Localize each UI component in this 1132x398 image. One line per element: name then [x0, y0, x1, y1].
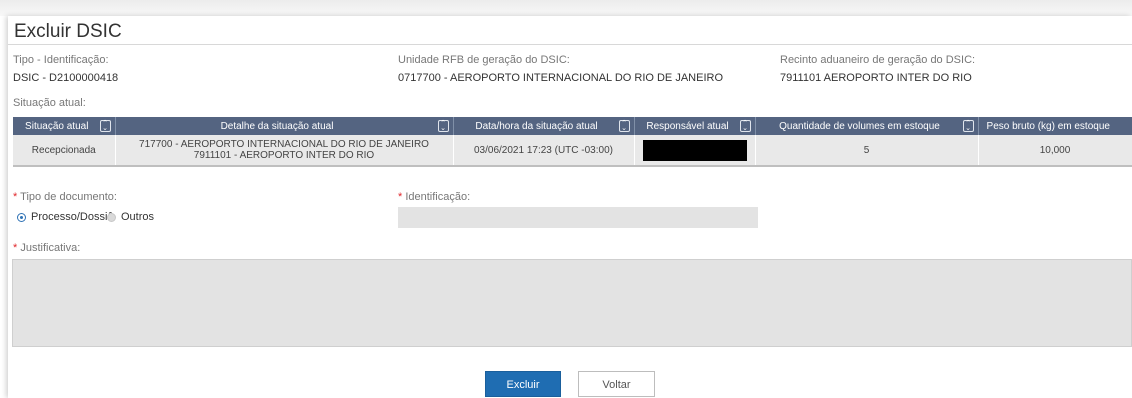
column-header-label: Detalhe da situação atual — [220, 120, 334, 132]
top-shade — [0, 0, 1132, 16]
sort-icon[interactable]: ⌃ ⌄ — [739, 120, 751, 132]
dialog-panel: Excluir DSIC Tipo - Identificação: DSIC … — [8, 16, 1132, 398]
situacao-atual-label: Situação atual: — [13, 97, 86, 109]
radio-processo-dossie-label[interactable]: Processo/Dossiê — [31, 211, 114, 223]
column-header-label: Data/hora da situação atual — [475, 120, 598, 132]
tipo-documento-text: Tipo de documento: — [20, 191, 117, 203]
required-mark: * — [13, 242, 18, 254]
unidade-rfb-label: Unidade RFB de geração do DSIC: — [398, 54, 570, 66]
column-header-label: Responsável atual — [646, 120, 729, 132]
cell-quantidade: 5 — [755, 135, 979, 167]
sort-icon[interactable]: ⌃ ⌄ — [962, 120, 974, 132]
voltar-button[interactable]: Voltar — [578, 371, 655, 397]
tipo-documento-label: * Tipo de documento: — [13, 191, 117, 203]
excluir-button[interactable]: Excluir — [485, 371, 561, 397]
identificacao-label: * Identificação: — [398, 191, 470, 203]
sort-icon[interactable]: ⌃ ⌄ — [99, 120, 111, 132]
recinto-value: 7911101 AEROPORTO INTER DO RIO — [780, 72, 972, 84]
required-mark: * — [13, 191, 18, 203]
column-header-peso[interactable]: Peso bruto (kg) em estoque — [978, 117, 1132, 135]
radio-outros[interactable] — [107, 213, 116, 222]
cell-data-hora: 03/06/2021 17:23 (UTC -03:00) — [453, 135, 635, 167]
tipo-identificacao-label: Tipo - Identificação: — [13, 54, 109, 66]
identificacao-text: Identificação: — [405, 191, 471, 203]
cell-detalhe-line2: 7911101 - AEROPORTO INTER DO RIO — [193, 150, 375, 161]
cell-peso: 10,000 — [978, 135, 1132, 167]
tipo-identificacao-value: DSIC - D2100000418 — [13, 72, 119, 84]
page-title: Excluir DSIC — [14, 21, 122, 42]
cell-detalhe-line1: 717700 - AEROPORTO INTERNACIONAL DO RIO … — [139, 139, 429, 150]
table-header-row: Situação atual ⌃ ⌄ Detalhe da situação atu… — [13, 117, 1132, 135]
identificacao-input[interactable] — [398, 207, 758, 228]
column-header-detalhe[interactable]: Detalhe da situação atual ⌃ ⌄ — [115, 117, 454, 135]
cell-responsavel — [634, 135, 756, 167]
recinto-label: Recinto aduaneiro de geração do DSIC: — [780, 54, 976, 66]
sort-icon[interactable]: ⌃ ⌄ — [618, 120, 630, 132]
title-divider — [8, 44, 1132, 45]
column-header-situacao[interactable]: Situação atual ⌃ ⌄ — [13, 117, 116, 135]
cell-detalhe: 717700 - AEROPORTO INTERNACIONAL DO RIO … — [115, 135, 454, 167]
radio-outros-label[interactable]: Outros — [121, 211, 154, 223]
column-header-label: Situação atual — [25, 120, 89, 132]
column-header-quantidade[interactable]: Quantidade de volumes em estoque ⌃ ⌄ — [755, 117, 979, 135]
table-row: Recepcionada 717700 - AEROPORTO INTERNAC… — [13, 135, 1132, 167]
radio-processo-dossie[interactable] — [17, 213, 26, 222]
unidade-rfb-value: 0717700 - AEROPORTO INTERNACIONAL DO RIO… — [398, 72, 723, 84]
justificativa-label: * Justificativa: — [13, 242, 80, 254]
cell-situacao: Recepcionada — [13, 135, 116, 167]
justificativa-textarea[interactable] — [12, 259, 1132, 347]
sort-icon[interactable]: ⌃ ⌄ — [437, 120, 449, 132]
column-header-label: Peso bruto (kg) em estoque — [986, 120, 1110, 132]
redacted-block — [642, 139, 747, 161]
column-header-data-hora[interactable]: Data/hora da situação atual ⌃ ⌄ — [453, 117, 635, 135]
justificativa-text: Justificativa: — [20, 242, 81, 254]
situacao-table: Situação atual ⌃ ⌄ Detalhe da situação atu… — [13, 117, 1132, 167]
column-header-label: Quantidade de volumes em estoque — [779, 120, 940, 132]
column-header-responsavel[interactable]: Responsável atual ⌃ ⌄ — [634, 117, 756, 135]
required-mark: * — [398, 191, 403, 203]
